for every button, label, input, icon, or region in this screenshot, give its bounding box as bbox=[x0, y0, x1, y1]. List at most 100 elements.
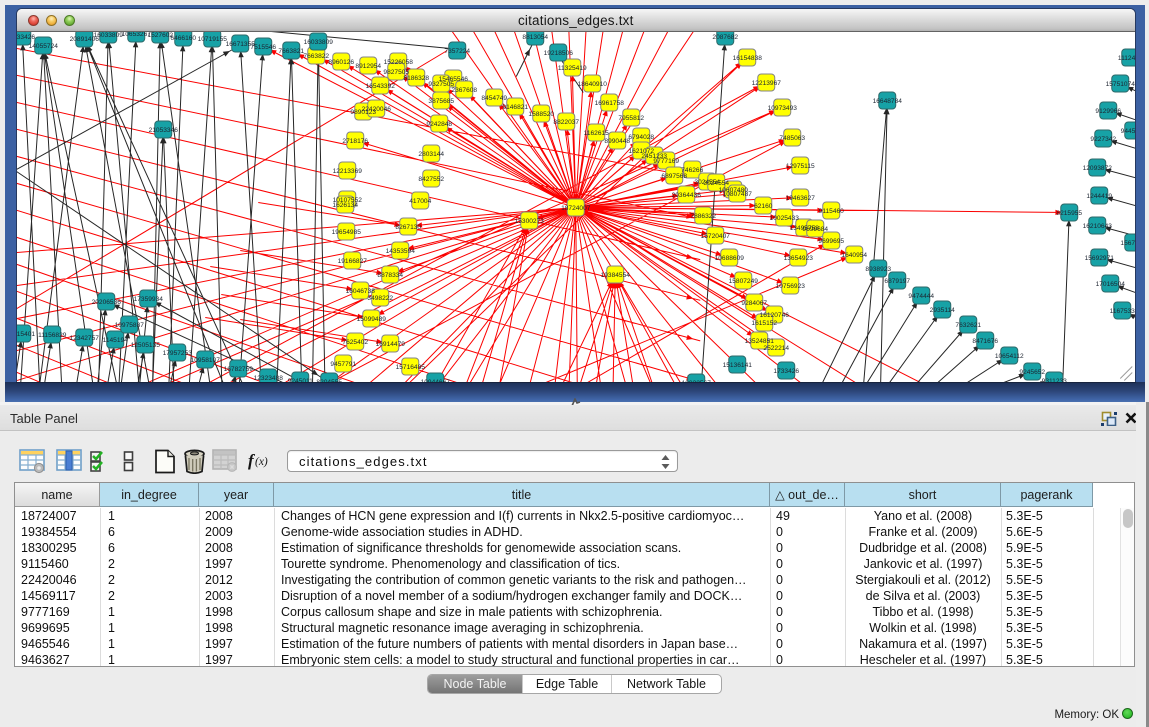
svg-text:12505135: 12505135 bbox=[131, 342, 161, 349]
svg-text:8878334: 8878334 bbox=[377, 272, 403, 279]
svg-text:1626134: 1626134 bbox=[332, 202, 358, 209]
svg-text:10719155: 10719155 bbox=[198, 36, 228, 43]
svg-text:16154838: 16154838 bbox=[733, 55, 763, 62]
svg-text:7886322: 7886322 bbox=[690, 213, 716, 220]
svg-text:1640954: 1640954 bbox=[841, 252, 867, 259]
svg-text:13524851: 13524851 bbox=[745, 338, 775, 345]
svg-text:15226058: 15226058 bbox=[384, 59, 414, 66]
svg-text:15751074: 15751074 bbox=[1106, 81, 1135, 88]
svg-text:9146821: 9146821 bbox=[502, 104, 528, 111]
svg-text:19218506: 19218506 bbox=[544, 50, 574, 57]
svg-text:16782759: 16782759 bbox=[224, 366, 254, 373]
svg-text:8990448: 8990448 bbox=[604, 138, 630, 145]
svg-text:417004: 417004 bbox=[409, 198, 431, 205]
svg-text:10973493: 10973493 bbox=[768, 105, 798, 112]
svg-text:3024554: 3024554 bbox=[703, 180, 729, 187]
svg-text:8427552: 8427552 bbox=[418, 176, 444, 183]
svg-text:9245011: 9245011 bbox=[288, 378, 314, 382]
svg-text:10958107: 10958107 bbox=[191, 357, 221, 364]
svg-text:8267130: 8267130 bbox=[395, 224, 421, 231]
svg-text:8215955: 8215955 bbox=[1056, 210, 1082, 217]
svg-text:8912954: 8912954 bbox=[355, 63, 381, 70]
svg-text:7663822: 7663822 bbox=[303, 53, 329, 60]
svg-text:8204555: 8204555 bbox=[316, 379, 342, 382]
svg-text:17957253: 17957253 bbox=[163, 350, 193, 357]
svg-text:22420046: 22420046 bbox=[362, 106, 392, 113]
svg-text:9445011: 9445011 bbox=[1121, 128, 1135, 135]
svg-text:19384554: 19384554 bbox=[601, 272, 631, 279]
svg-text:6897568: 6897568 bbox=[661, 173, 687, 180]
svg-text:20364436: 20364436 bbox=[672, 192, 702, 199]
svg-text:1112444: 1112444 bbox=[1118, 55, 1135, 62]
svg-text:3498222: 3498222 bbox=[367, 295, 393, 302]
svg-text:8938923: 8938923 bbox=[865, 266, 891, 273]
svg-text:10025433: 10025433 bbox=[770, 215, 800, 222]
svg-text:9242848: 9242848 bbox=[426, 121, 452, 128]
svg-text:13654923: 13654923 bbox=[784, 255, 814, 262]
svg-text:16120746: 16120746 bbox=[760, 312, 790, 319]
svg-text:10756923: 10756923 bbox=[776, 283, 806, 290]
svg-text:2087682: 2087682 bbox=[712, 34, 738, 41]
svg-text:16033809: 16033809 bbox=[94, 32, 124, 39]
svg-text:9777169: 9777169 bbox=[653, 158, 679, 165]
svg-text:10688609: 10688609 bbox=[715, 255, 745, 262]
svg-text:62160: 62160 bbox=[754, 203, 773, 210]
svg-text:17016504: 17016504 bbox=[1096, 281, 1126, 288]
svg-text:21053346: 21053346 bbox=[149, 127, 179, 134]
svg-text:3915401: 3915401 bbox=[17, 331, 35, 338]
svg-text:2935114: 2935114 bbox=[930, 307, 956, 314]
svg-text:15300273: 15300273 bbox=[515, 218, 545, 225]
svg-text:9284067: 9284067 bbox=[741, 300, 767, 307]
svg-text:18724007: 18724007 bbox=[561, 205, 591, 212]
svg-text:16914479: 16914479 bbox=[376, 341, 406, 348]
svg-text:16961758: 16961758 bbox=[595, 100, 625, 107]
svg-text:8454749: 8454749 bbox=[481, 95, 507, 102]
svg-text:18640910: 18640910 bbox=[578, 81, 608, 88]
svg-text:15692971: 15692971 bbox=[1085, 255, 1115, 262]
svg-text:9474444: 9474444 bbox=[908, 293, 934, 300]
svg-text:17359934: 17359934 bbox=[134, 296, 164, 303]
svg-text:6879197: 6879197 bbox=[884, 278, 910, 285]
svg-text:12213369: 12213369 bbox=[333, 168, 363, 175]
svg-text:1145194: 1145194 bbox=[103, 337, 129, 344]
svg-text:2803144: 2803144 bbox=[418, 151, 444, 158]
svg-text:2522214: 2522214 bbox=[763, 345, 789, 352]
svg-text:6794028: 6794028 bbox=[628, 134, 654, 141]
svg-text:14353594: 14353594 bbox=[386, 248, 416, 255]
svg-text:12323488: 12323488 bbox=[254, 375, 284, 382]
svg-text:9699684: 9699684 bbox=[802, 226, 828, 233]
svg-text:2367608: 2367608 bbox=[451, 87, 477, 94]
svg-text:12093872: 12093872 bbox=[1083, 165, 1113, 172]
svg-text:15716485: 15716485 bbox=[396, 364, 426, 371]
svg-text:19463627: 19463627 bbox=[786, 195, 816, 202]
svg-text:1162615: 1162615 bbox=[584, 130, 610, 137]
svg-text:1733426: 1733426 bbox=[17, 34, 35, 41]
svg-text:16210643: 16210643 bbox=[1083, 223, 1113, 230]
svg-text:16648784: 16648784 bbox=[873, 98, 903, 105]
svg-text:9311233: 9311233 bbox=[1042, 378, 1068, 382]
svg-text:8471676: 8471676 bbox=[972, 338, 998, 345]
svg-text:14055724: 14055724 bbox=[29, 43, 59, 50]
svg-text:11325419: 11325419 bbox=[558, 65, 587, 72]
svg-text:11156829: 11156829 bbox=[38, 332, 67, 339]
svg-text:10807487: 10807487 bbox=[723, 191, 753, 198]
svg-text:9129966: 9129966 bbox=[1095, 108, 1121, 115]
svg-text:15099489: 15099489 bbox=[357, 316, 387, 323]
svg-text:(x): (x) bbox=[255, 456, 268, 468]
svg-text:12342757: 12342757 bbox=[70, 335, 100, 342]
svg-text:1588520: 1588520 bbox=[528, 111, 554, 118]
svg-text:7663821: 7663821 bbox=[278, 48, 304, 55]
svg-text:15136141: 15136141 bbox=[723, 362, 753, 369]
svg-text:16033809: 16033809 bbox=[304, 39, 334, 46]
svg-text:8813054: 8813054 bbox=[522, 34, 548, 41]
svg-text:9227342: 9227342 bbox=[1090, 136, 1116, 143]
svg-text:2718176: 2718176 bbox=[342, 138, 368, 145]
svg-text:7515546: 7515546 bbox=[250, 44, 276, 51]
svg-text:10975887: 10975887 bbox=[115, 322, 145, 329]
svg-text:1615152: 1615152 bbox=[751, 320, 777, 327]
svg-text:3875685: 3875685 bbox=[428, 98, 454, 105]
svg-text:7485063: 7485063 bbox=[779, 135, 805, 142]
svg-text:8186328: 8186328 bbox=[403, 75, 429, 82]
svg-text:19654985: 19654985 bbox=[332, 229, 362, 236]
svg-text:10944667: 10944667 bbox=[421, 379, 451, 382]
